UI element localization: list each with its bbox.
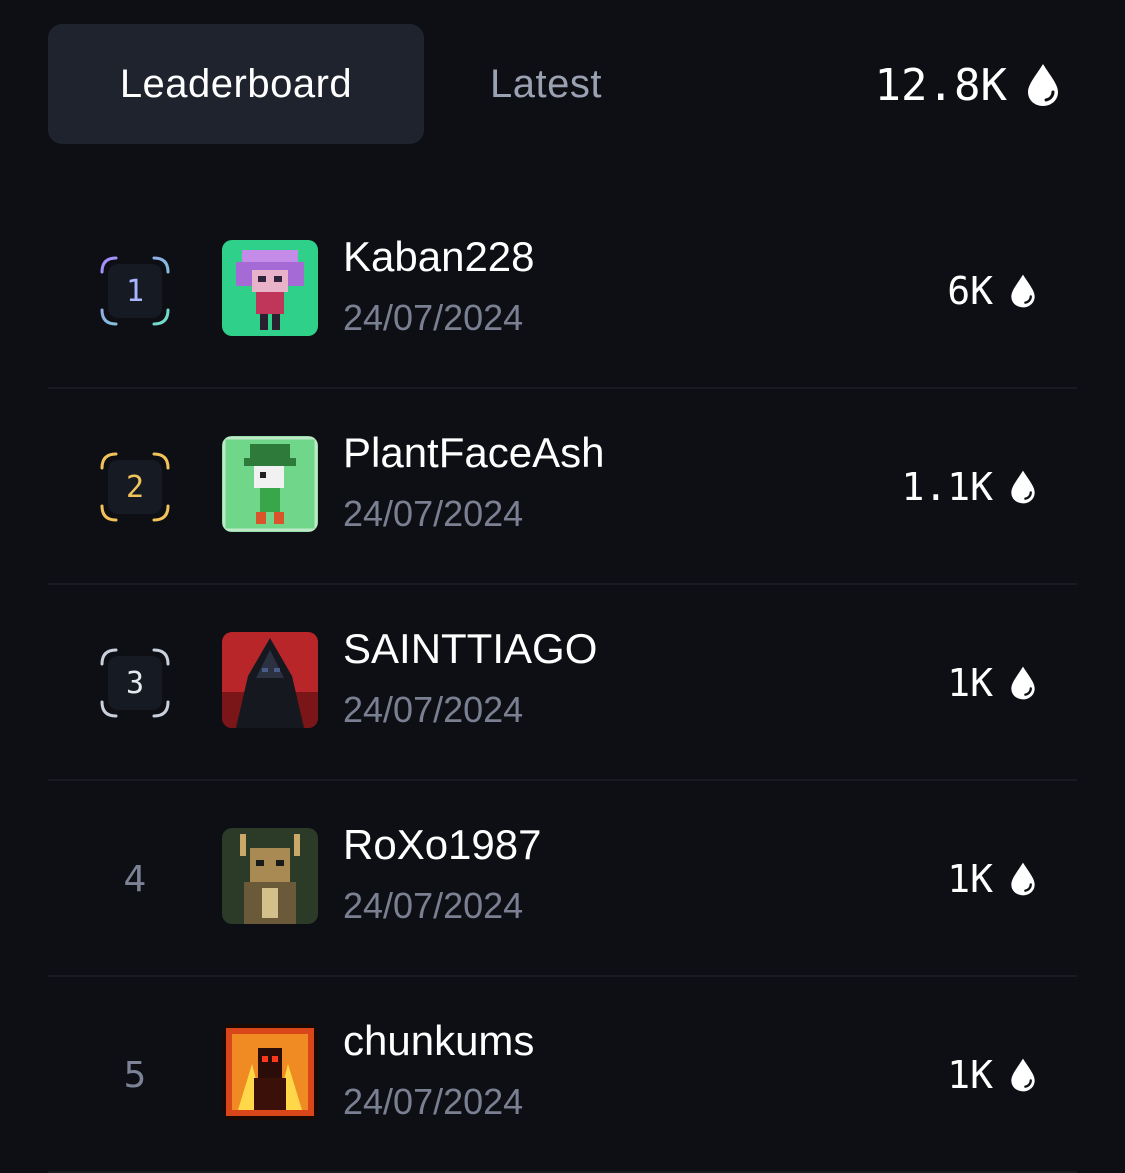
avatar[interactable]: [222, 632, 318, 728]
date: 24/07/2024: [343, 1081, 524, 1122]
score-value: 1K: [947, 857, 993, 901]
avatar-antlered-warrior-icon: [222, 828, 318, 924]
droplet-icon: [1011, 470, 1035, 504]
rank-number: 2: [125, 469, 145, 505]
leaderboard-list: 1 Kaban228 24/07/2024 6K 2 PlantFaceAsh …: [48, 193, 1077, 1173]
username[interactable]: RoXo1987: [343, 821, 542, 869]
rank-badge-gold-gradient: 1: [98, 254, 172, 328]
tab-latest[interactable]: Latest: [446, 24, 646, 144]
tab-leaderboard[interactable]: Leaderboard: [48, 24, 424, 144]
total-points: 12.8K: [875, 52, 1061, 118]
username[interactable]: PlantFaceAsh: [343, 429, 604, 477]
score-value: 1.1K: [901, 465, 993, 509]
droplet-icon: [1028, 64, 1058, 106]
droplet-icon: [1011, 1058, 1035, 1092]
avatar-fire-robot-icon: [222, 1024, 318, 1120]
leaderboard-row[interactable]: 5 chunkums 24/07/2024 1K: [48, 977, 1077, 1173]
rank-number: 4: [123, 858, 147, 900]
top-bar: Leaderboard Latest 12.8K: [0, 0, 1125, 170]
leaderboard-row[interactable]: 1 Kaban228 24/07/2024 6K: [48, 193, 1077, 389]
avatar[interactable]: [222, 828, 318, 924]
rank-number: 3: [125, 665, 145, 701]
leaderboard-row[interactable]: 2 PlantFaceAsh 24/07/2024 1.1K: [48, 389, 1077, 585]
username[interactable]: chunkums: [343, 1017, 534, 1065]
score-value: 1K: [947, 661, 993, 705]
score: 1K: [947, 857, 1037, 901]
total-points-value: 12.8K: [874, 59, 1007, 111]
avatar[interactable]: [222, 240, 318, 336]
score: 6K: [947, 269, 1037, 313]
score: 1K: [947, 1053, 1037, 1097]
rank-badge-silver: 3: [98, 646, 172, 720]
rank-number: 1: [125, 273, 145, 309]
droplet-icon: [1011, 274, 1035, 308]
score: 1K: [947, 661, 1037, 705]
droplet-icon: [1011, 666, 1035, 700]
avatar-plant-character-icon: [222, 436, 318, 532]
score-value: 6K: [947, 269, 993, 313]
avatar-hooded-figure-icon: [222, 632, 318, 728]
avatar-pixel-character-icon: [222, 240, 318, 336]
avatar[interactable]: [222, 1024, 318, 1120]
date: 24/07/2024: [343, 493, 524, 534]
date: 24/07/2024: [343, 885, 524, 926]
rank-badge-gold: 2: [98, 450, 172, 524]
leaderboard-row[interactable]: 4 RoXo1987 24/07/2024 1K: [48, 781, 1077, 977]
score: 1.1K: [901, 465, 1037, 509]
date: 24/07/2024: [343, 689, 524, 730]
score-value: 1K: [947, 1053, 993, 1097]
username[interactable]: Kaban228: [343, 233, 535, 281]
date: 24/07/2024: [343, 297, 524, 338]
rank-number: 5: [123, 1054, 147, 1096]
droplet-icon: [1011, 862, 1035, 896]
avatar[interactable]: [222, 436, 318, 532]
leaderboard-row[interactable]: 3 SAINTTIAGO 24/07/2024 1K: [48, 585, 1077, 781]
username[interactable]: SAINTTIAGO: [343, 625, 597, 673]
